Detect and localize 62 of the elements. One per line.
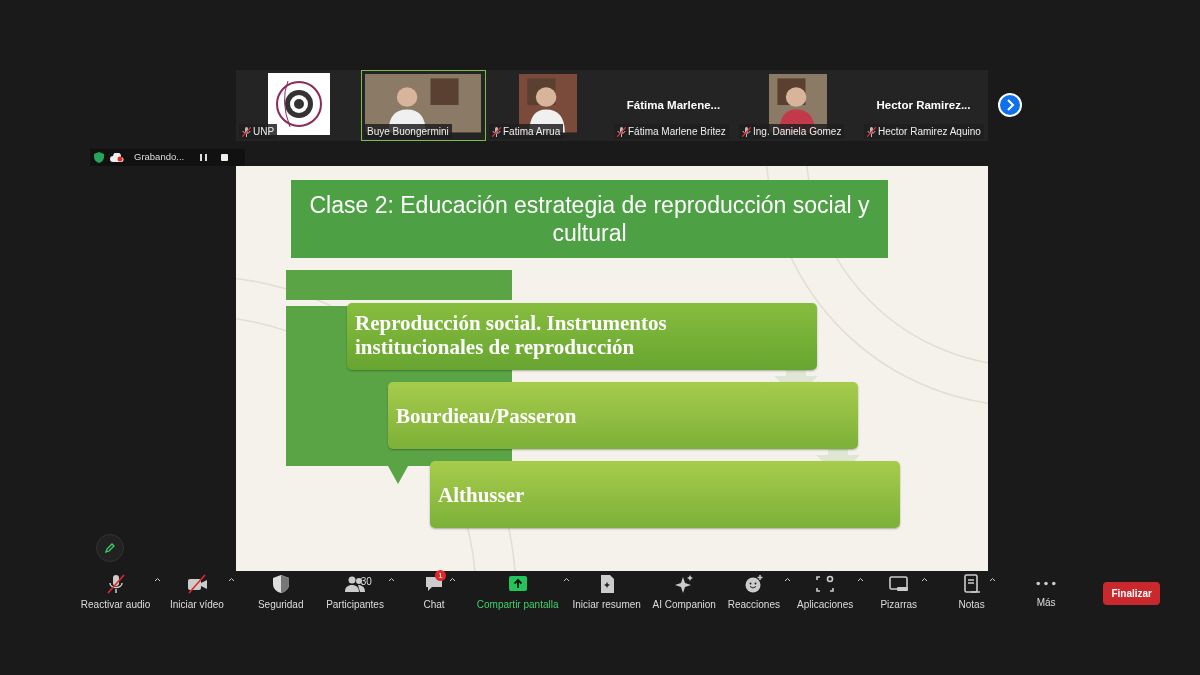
toolbar-button[interactable]: AI Companion — [652, 573, 716, 612]
name-label: Fátima Marlene Britez — [614, 124, 729, 139]
unread-badge: 1 — [435, 570, 446, 581]
next-page-button[interactable] — [998, 93, 1022, 117]
toolbar-button[interactable]: Pizarras — [880, 573, 918, 612]
caret-button[interactable] — [449, 575, 457, 584]
caret-button[interactable] — [227, 575, 235, 584]
toolbar-button[interactable]: Reactivar audio — [80, 573, 151, 612]
end-meeting-button[interactable]: Finalizar — [1103, 582, 1160, 605]
caret-button[interactable] — [988, 575, 996, 584]
caret-icon — [562, 577, 570, 583]
recording-label: Grabando... — [134, 150, 185, 165]
display-name: Fátima Marlene... — [625, 98, 722, 113]
name-label: Hector Ramirez Aquino — [864, 124, 984, 139]
pencil-icon — [104, 542, 116, 554]
caret-button[interactable] — [387, 575, 395, 584]
chevron-right-icon — [1005, 99, 1015, 111]
toolbar-button[interactable]: Compartir pantalla — [476, 573, 559, 612]
muted-mic-icon — [492, 126, 501, 137]
caret-icon — [784, 577, 791, 583]
toolbar-button[interactable]: Iniciar vídeo — [169, 573, 224, 612]
caret-button[interactable] — [857, 575, 865, 584]
display-name: Hector Ramirez... — [875, 98, 972, 113]
caret-icon — [227, 577, 235, 583]
stop-icon — [221, 154, 229, 161]
name-label: UNP — [239, 124, 278, 139]
caret-button[interactable] — [562, 575, 570, 584]
caret-button[interactable] — [921, 575, 929, 584]
pause-icon — [200, 154, 208, 161]
caret-icon — [857, 577, 865, 583]
step-box: Reproducción social. Instrumentos institucionales de reproducción — [347, 303, 817, 370]
muted-mic-icon — [242, 126, 251, 137]
participant-count: 30 — [360, 575, 372, 589]
cloud-icon — [110, 153, 124, 162]
name-label: Fatima Arrua — [489, 124, 564, 139]
step-box: Bourdieau/Passeron — [388, 382, 858, 449]
caret-icon — [921, 577, 929, 583]
toolbar-button[interactable]: Iniciar resumen — [572, 573, 641, 612]
name-label: Buye Buongermini — [364, 124, 452, 139]
caret-icon — [154, 577, 162, 583]
caret-button[interactable] — [784, 575, 791, 584]
caret-button[interactable] — [154, 575, 162, 584]
toolbar-button[interactable]: Seguridad — [257, 573, 304, 612]
caret-icon — [988, 577, 996, 583]
muted-mic-icon — [867, 126, 876, 137]
stop-button[interactable] — [221, 154, 229, 161]
caret-icon — [449, 577, 457, 583]
shield-icon — [94, 152, 104, 163]
toolbar-button[interactable]: Notas — [958, 573, 985, 612]
annotate-button[interactable] — [96, 534, 124, 562]
muted-mic-icon — [617, 126, 626, 137]
step-box: Althusser — [430, 461, 900, 528]
pause-button[interactable] — [200, 154, 208, 161]
toolbar-button[interactable]: Más — [1036, 573, 1057, 610]
slide-title: Clase 2: Educación estrategia de reproducción social y cultural — [291, 180, 888, 258]
name-label: Ing. Daniela Gomez — [739, 124, 845, 139]
caret-icon — [387, 577, 395, 583]
toolbar-button[interactable]: 1 Chat — [423, 573, 446, 612]
toolbar-button[interactable]: Aplicaciones — [797, 573, 854, 612]
muted-mic-icon — [742, 126, 751, 137]
toolbar-button[interactable]: Reacciones — [727, 573, 780, 612]
toolbar-button[interactable]: 30 Participantes — [326, 573, 384, 612]
